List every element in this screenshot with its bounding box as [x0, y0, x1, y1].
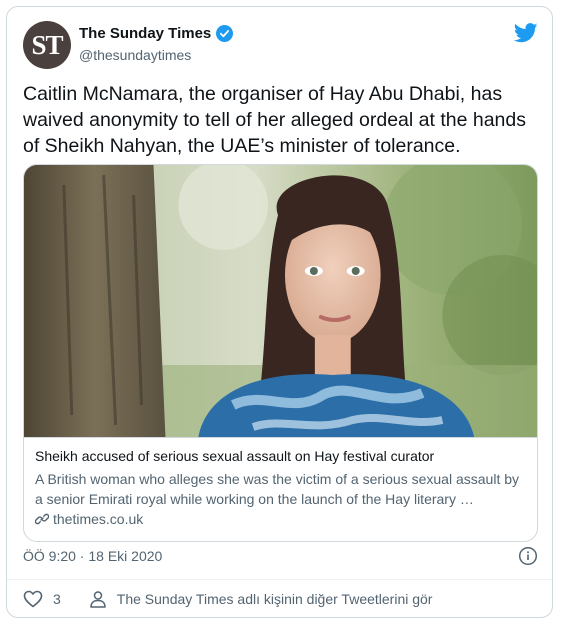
link-card-info[interactable]: Sheikh accused of serious sexual assault…: [24, 437, 537, 541]
link-card-title[interactable]: Sheikh accused of serious sexual assault…: [35, 447, 526, 466]
tweet-text: Caitlin McNamara, the organiser of Hay A…: [23, 83, 526, 157]
link-card-description: A British woman who alleges she was the …: [35, 471, 520, 507]
author-name-row[interactable]: The Sunday Times: [79, 25, 234, 42]
author-name[interactable]: The Sunday Times: [79, 25, 211, 42]
link-icon: [35, 513, 49, 525]
link-card-domain-row[interactable]: thetimes.co.uk: [35, 511, 526, 527]
tweet-timestamp[interactable]: ÖÖ 9:20 · 18 Eki 2020: [23, 548, 162, 564]
heart-icon[interactable]: [23, 590, 43, 608]
tweet-card[interactable]: ST The Sunday Times @thesundaytimes Cait…: [6, 6, 553, 618]
link-card-domain[interactable]: thetimes.co.uk: [53, 511, 143, 527]
tweet-actions: 3 The Sunday Times adlı kişinin diğer Tw…: [23, 590, 432, 608]
twitter-bird-icon[interactable]: [514, 23, 538, 43]
link-card[interactable]: Sheikh accused of serious sexual assault…: [23, 164, 538, 542]
verified-badge-icon: [216, 25, 234, 42]
author-handle[interactable]: @thesundaytimes: [79, 47, 191, 63]
divider: [7, 579, 552, 580]
article-photo[interactable]: [24, 165, 537, 437]
avatar-initials: ST: [31, 29, 63, 60]
person-icon[interactable]: [89, 590, 107, 608]
avatar[interactable]: ST: [23, 21, 71, 69]
more-tweets-link[interactable]: The Sunday Times adlı kişinin diğer Twee…: [117, 591, 433, 607]
info-icon[interactable]: [518, 546, 538, 566]
like-count[interactable]: 3: [53, 591, 61, 607]
